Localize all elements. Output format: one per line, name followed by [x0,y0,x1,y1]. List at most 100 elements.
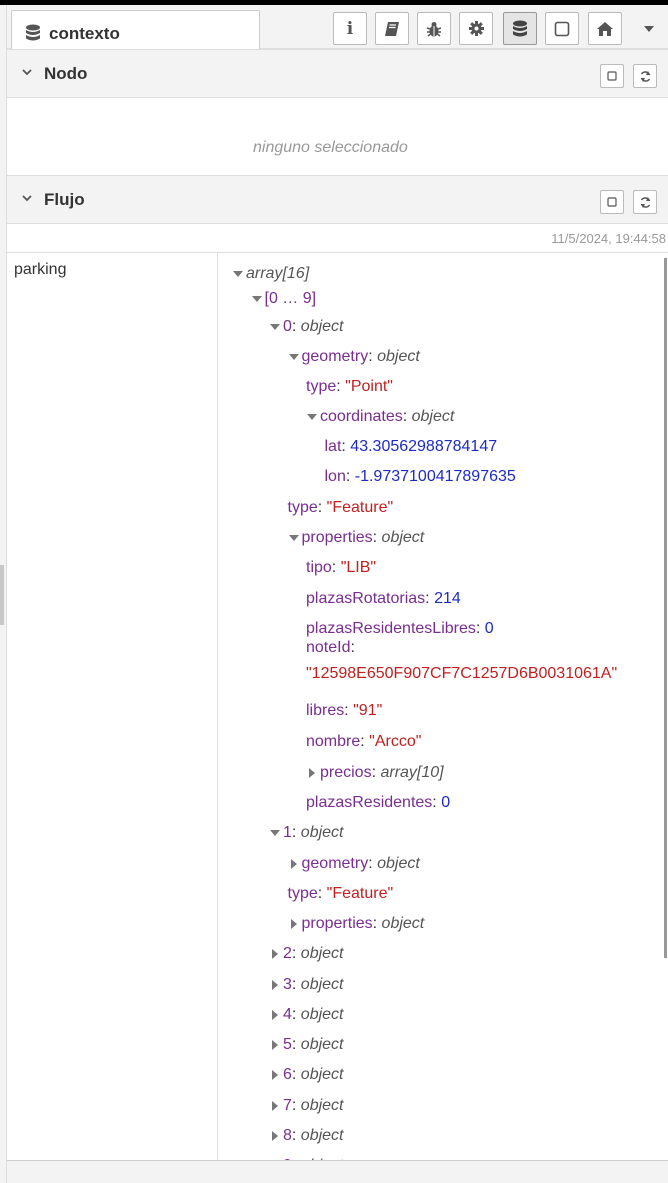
triangle-right-icon[interactable] [269,979,281,991]
info-icon: i [346,18,354,39]
triangle-down-icon[interactable] [269,827,281,839]
tree-row[interactable]: 8: object [269,1126,344,1146]
tree-row[interactable]: geometry: object [288,347,420,367]
key-separator: : [331,559,341,576]
tree-row[interactable]: 1: object [269,823,344,843]
triangle-right-icon[interactable] [288,918,300,930]
key-separator: : [360,733,370,750]
tree-row[interactable]: precios: array[10] [306,763,444,783]
tree-key: plazasResidentes [306,794,433,811]
triangle-down-icon[interactable] [251,293,263,305]
value-type: object [300,1066,344,1083]
triangle-down-icon[interactable] [288,351,300,363]
key-separator: : [402,408,412,425]
caret-down-icon [644,25,654,32]
tree-value: "LIB" [340,559,377,576]
node-refresh-button[interactable] [633,64,657,88]
sidebar-menu-dropdown[interactable] [634,12,664,45]
tree-row: type: "Point" [306,377,393,397]
triangle-right-icon[interactable] [269,1009,281,1021]
tree-row: plazasRotatorias: 214 [306,589,461,609]
triangle-down-icon[interactable] [232,268,244,280]
tree-row: lon: -1.9737100417897635 [325,467,516,487]
key-separator: : [344,702,354,719]
triangle-right-icon[interactable] [269,1069,281,1081]
help-button[interactable] [375,12,409,45]
value-type: array[10] [380,764,444,781]
tree-value: "91" [353,702,383,719]
gear-icon [468,21,484,36]
key-separator: : [291,976,301,993]
value-type: object [381,915,425,932]
triangle-right-icon[interactable] [288,858,300,870]
tree-row[interactable]: array[16] [232,264,309,284]
tree-row[interactable]: 6: object [269,1065,344,1085]
triangle-right-icon[interactable] [269,948,281,960]
tree-row[interactable]: 4: object [269,1005,344,1025]
tree-row[interactable]: 5: object [269,1035,344,1055]
tab-label: contexto [49,24,120,43]
scrollbar[interactable] [664,258,667,958]
tree-row[interactable]: 7: object [269,1096,344,1116]
tree-value: 0 [441,794,451,811]
triangle-down-icon[interactable] [269,321,281,333]
value-type: object [300,1006,344,1023]
tree-key: lat [324,438,342,455]
array-range: [0 … 9] [264,290,317,307]
triangle-down-icon[interactable] [306,411,318,423]
tree-row[interactable]: geometry: object [288,854,420,874]
chevron-down-icon[interactable] [21,191,33,209]
context-button[interactable] [503,12,537,45]
dashboard-button[interactable] [545,12,579,45]
flow-expand-button[interactable] [600,190,624,214]
tree-row[interactable]: coordinates: object [306,407,454,427]
database-icon [25,24,41,47]
tree-key: 6 [283,1066,292,1083]
context-value-tree: array[16] [0 … 9] 0: object geometry: objec… [218,253,664,1160]
key-separator: : [291,1127,301,1144]
tab-contexto[interactable]: contexto [11,10,260,54]
square-icon [607,197,617,207]
tree-row[interactable]: [0 … 9] [251,289,317,309]
triangle-right-icon[interactable] [269,1100,281,1112]
debug-button[interactable] [417,12,451,45]
key-separator: : [291,1066,301,1083]
tree-key: type [306,378,337,395]
timestamp: 11/5/2024, 19:44:58 [551,231,666,246]
flow-section-header[interactable]: Flujo [7,175,668,224]
value-type: object [300,1097,344,1114]
info-button[interactable]: i [333,12,367,45]
flow-refresh-button[interactable] [633,190,657,214]
node-section-header[interactable]: Nodo [7,49,668,98]
triangle-down-icon[interactable] [288,532,300,544]
refresh-icon [640,196,650,208]
tree-row[interactable]: 2: object [269,944,344,964]
triangle-right-icon[interactable] [269,1039,281,1051]
key-separator: : [291,1006,301,1023]
node-expand-button[interactable] [600,64,624,88]
triangle-right-icon[interactable] [306,767,318,779]
config-button[interactable] [459,12,493,45]
key-separator: : [368,855,378,872]
key-separator: : [336,378,346,395]
tree-value: "Feature" [326,499,394,516]
triangle-right-icon[interactable] [269,1130,281,1142]
square-icon [607,71,617,81]
tree-row: noteId: "12598E650F907CF7C1257D6B0031061… [306,635,617,687]
tree-row[interactable]: properties: object [288,528,424,548]
tree-row: libres: "91" [306,701,382,721]
key-separator: : [317,885,327,902]
node-section-title: Nodo [44,64,88,83]
value-type: array[16] [246,265,310,282]
home-button[interactable] [588,12,622,45]
tree-row[interactable]: 3: object [269,975,344,995]
tree-row[interactable]: properties: object [288,914,425,934]
chevron-down-icon[interactable] [21,65,33,83]
key-separator: : [368,348,378,365]
value-type: object [300,945,344,962]
tree-key: geometry [301,348,369,365]
tree-row[interactable]: 0: object [269,317,344,337]
left-resize-handle[interactable] [0,565,4,625]
tree-key: tipo [306,559,332,576]
bug-icon [426,21,442,37]
